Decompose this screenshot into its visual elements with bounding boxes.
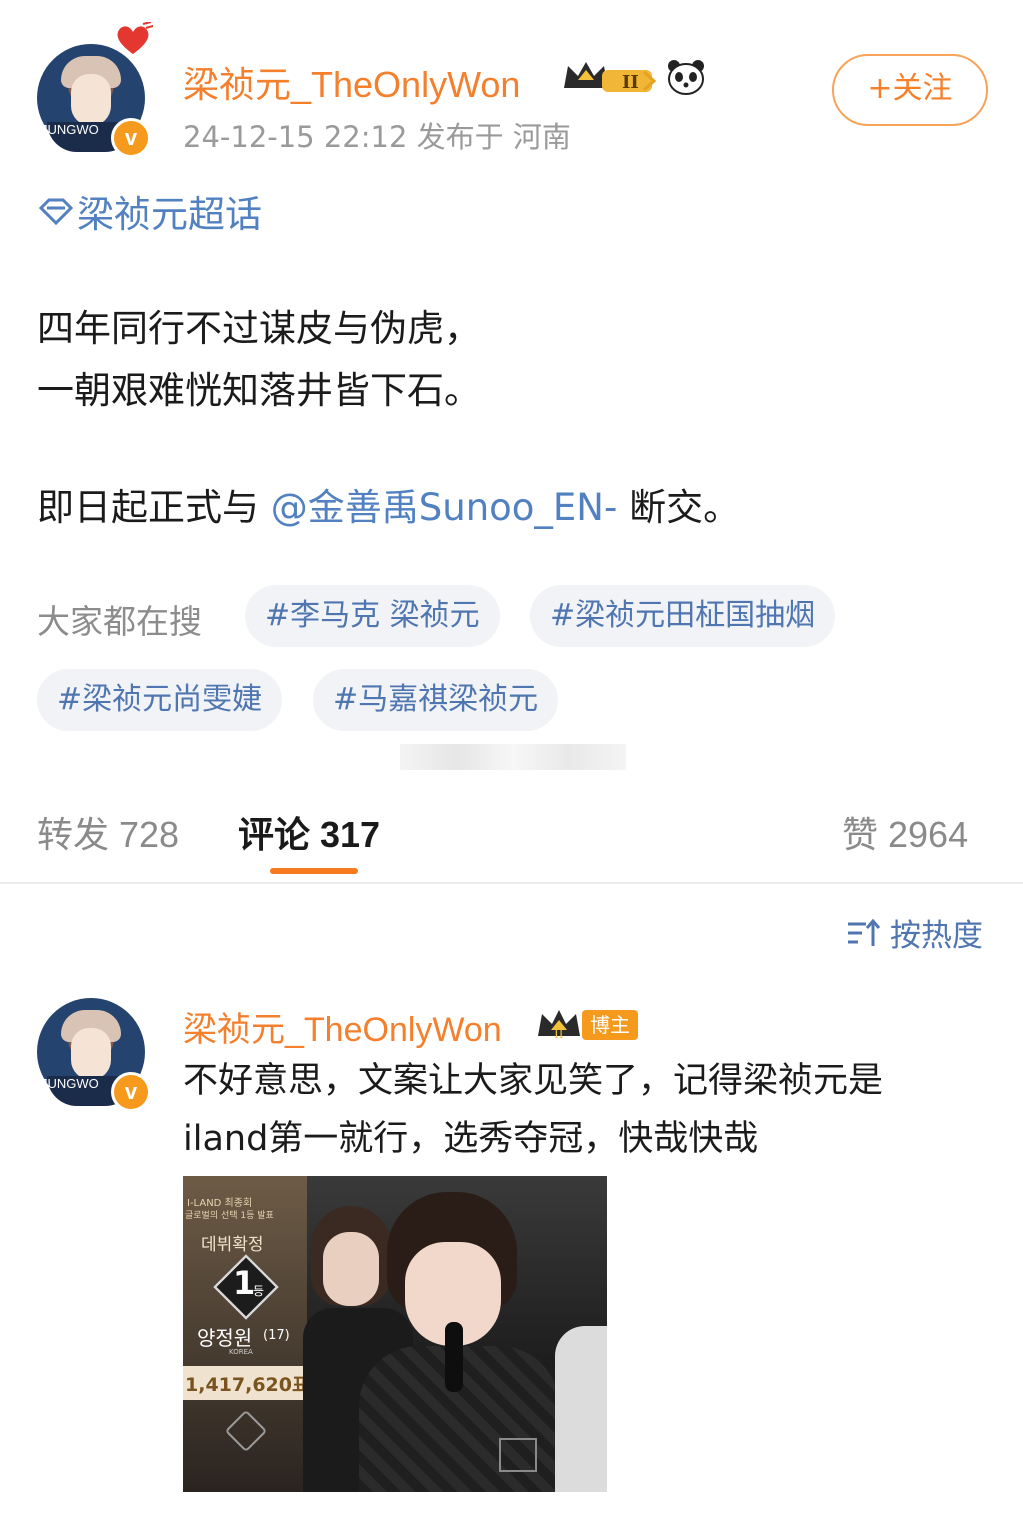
post-mention-line: 即日起正式与 @金善禹Sunoo_EN- 断交。 [37, 477, 740, 539]
logo-icon [224, 1409, 268, 1453]
commenter-name[interactable]: 梁祯元_TheOnlyWon [183, 1002, 502, 1051]
topic-label: 梁祯元超话 [77, 193, 262, 236]
avatar-caption: JUNGWO [41, 1076, 99, 1091]
rank-suffix: 등 [253, 1284, 265, 1298]
comment-line-1: 不好意思，文案让大家见笑了，记得梁祯元是 [183, 1061, 884, 1101]
trending-chip[interactable]: #梁祯元田柾国抽烟 [530, 585, 836, 647]
rank-number: 1 [233, 1264, 256, 1302]
debut-confirm: 데뷔확정 [201, 1235, 264, 1255]
ranking-panel: I-LAND 최종회 글로벌의 선택 1등 발표 데뷔확정 1 등 양정원 (1… [183, 1176, 310, 1492]
diamond-icon [38, 198, 74, 226]
sort-button[interactable]: 按热度 [846, 910, 983, 955]
blurred-strip [400, 744, 626, 770]
svg-text:II: II [622, 72, 639, 93]
tabs-divider [0, 882, 1023, 884]
avatar-caption: JUNGWO [41, 122, 99, 137]
show-title: I-LAND 최종회 [187, 1198, 253, 1209]
trending-chip[interactable]: #梁祯元尚雯婕 [37, 669, 283, 731]
trending-label: 大家都在搜 [37, 602, 202, 641]
winner-name: 양정원 [197, 1326, 253, 1350]
right-person [555, 1326, 607, 1492]
commenter-avatar[interactable]: JUNGWO v [37, 998, 151, 1112]
author-name[interactable]: 梁祯元_TheOnlyWon [183, 56, 520, 108]
panda-icon [668, 60, 704, 95]
crown-level-icon: II [564, 62, 657, 93]
follow-button[interactable]: +关注 [832, 54, 988, 126]
tab-comments[interactable]: 评论 317 [238, 806, 380, 858]
background-person-face [323, 1232, 379, 1306]
crown-icon: II [538, 1010, 580, 1040]
author-avatar[interactable]: JUNGWO v [37, 22, 153, 158]
verified-badge-icon: v [111, 1072, 151, 1112]
microphone [445, 1322, 463, 1392]
author-host-badge: 博主 [582, 1010, 638, 1040]
trending-chip[interactable]: #李马克 梁祯元 [245, 585, 500, 647]
post-line-2: 一朝艰难恍知落井皆下石。 [37, 369, 481, 412]
heart-icon [117, 22, 153, 54]
winner-age: (17) [263, 1328, 290, 1343]
tab-likes[interactable]: 赞 2964 [842, 806, 968, 858]
comment-line-2: iland第一就行，选秀夺冠，快哉快哉 [183, 1119, 759, 1159]
trending-chip[interactable]: #马嘉祺梁祯元 [313, 669, 559, 731]
tab-active-indicator [270, 868, 358, 874]
avatar-face [71, 1028, 111, 1080]
show-subtitle: 글로벌의 선택 1등 발표 [185, 1211, 274, 1221]
comment-image[interactable]: I-LAND 최종회 글로벌의 선택 1등 발표 데뷔확정 1 등 양정원 (1… [183, 1176, 607, 1492]
post-meta: 24-12-15 22:12 发布于 河南 [183, 120, 571, 154]
post-line-1: 四年同行不过谋皮与伪虎， [37, 307, 481, 350]
topic-link[interactable]: 梁祯元超话 [37, 184, 262, 238]
vote-count: 1,417,620표 [185, 1374, 310, 1396]
mention-link[interactable]: @金善禹Sunoo_EN- [271, 486, 618, 529]
jacket-logo [499, 1438, 537, 1472]
svg-text:II: II [554, 1027, 564, 1040]
verified-badge-icon: v [111, 118, 151, 158]
avatar-face [71, 74, 111, 126]
winner-country: KOREA [229, 1348, 253, 1356]
mention-suffix: 断交。 [629, 486, 741, 529]
sort-icon [848, 918, 881, 946]
mention-prefix: 即日起正式与 [37, 486, 259, 529]
tab-repost[interactable]: 转发 728 [37, 806, 179, 858]
sort-label: 按热度 [890, 918, 983, 954]
